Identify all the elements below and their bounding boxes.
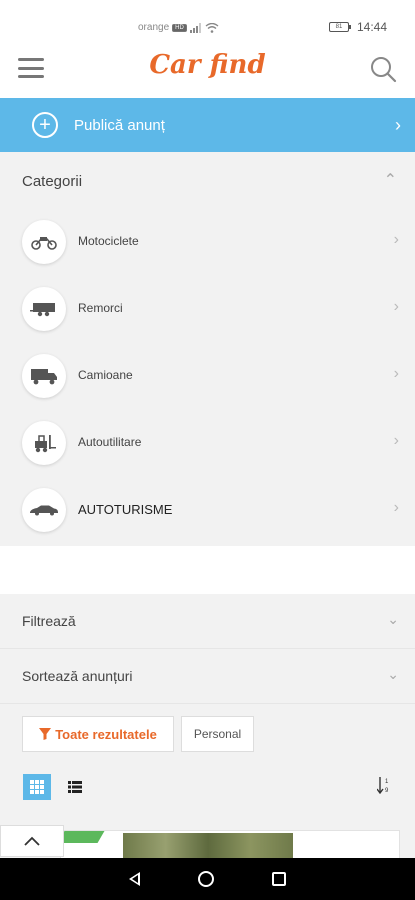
- signal-icon: [189, 22, 201, 33]
- chevron-right-icon: ›: [393, 499, 399, 516]
- section-divider: [0, 546, 415, 594]
- category-item-autoturisme[interactable]: AUTOTURISME ›: [0, 477, 415, 544]
- listing-image: [123, 833, 293, 859]
- chevron-right-icon: ›: [393, 432, 399, 449]
- category-label: AUTOTURISME: [78, 502, 173, 517]
- chevron-up-icon: ⌃: [383, 172, 397, 189]
- scroll-to-top-button[interactable]: [0, 825, 64, 857]
- list-view-button[interactable]: [62, 774, 88, 800]
- filter-icon: [39, 728, 52, 740]
- trailer-icon: [22, 287, 66, 331]
- top-bar: Car find: [0, 42, 415, 98]
- status-carrier: orange HD: [138, 22, 219, 33]
- status-time: 14:44: [356, 20, 387, 34]
- wifi-icon: [205, 22, 219, 33]
- publish-ad-label: Publică anunț: [74, 116, 165, 134]
- recent-apps-icon[interactable]: [272, 872, 286, 886]
- list-icon: [68, 781, 82, 793]
- chevron-right-icon: ›: [393, 298, 399, 315]
- category-item-remorci[interactable]: Remorci ›: [0, 276, 415, 343]
- all-results-label: Toate rezultatele: [55, 726, 157, 742]
- status-bar: orange HD 81 14:44: [0, 0, 415, 42]
- carrier-tag: HD: [172, 23, 187, 32]
- car-icon: [22, 488, 66, 532]
- personal-label: Personal: [193, 727, 242, 741]
- personal-button[interactable]: Personal: [181, 716, 254, 752]
- battery-icon: 81: [328, 22, 351, 32]
- sort-order-icon[interactable]: 19: [376, 776, 391, 797]
- system-nav-bar: [0, 858, 415, 900]
- category-label: Camioane: [78, 368, 133, 382]
- chevron-right-icon: ›: [393, 231, 399, 248]
- truck-icon: [22, 354, 66, 398]
- categories-header[interactable]: Categorii ⌃: [0, 156, 415, 208]
- categories-title: Categorii: [22, 173, 83, 190]
- app-logo[interactable]: Car find: [0, 50, 415, 80]
- category-label: Motociclete: [78, 234, 139, 248]
- category-item-autoutilitare[interactable]: Autoutilitare ›: [0, 410, 415, 477]
- grid-view-button[interactable]: [23, 774, 51, 800]
- filter-label: Filtrează: [22, 613, 76, 629]
- forklift-icon: [22, 421, 66, 465]
- search-icon[interactable]: [369, 55, 397, 83]
- sort-label: Sortează anunțuri: [22, 668, 133, 684]
- grid-icon: [30, 780, 44, 794]
- chevron-down-icon: ⌄: [387, 611, 399, 627]
- all-results-button[interactable]: Toate rezultatele: [22, 716, 174, 752]
- status-right: 81 14:44: [328, 20, 387, 34]
- filter-row[interactable]: Filtrează ⌄: [0, 595, 415, 649]
- chevron-right-icon: ›: [393, 365, 399, 382]
- home-icon[interactable]: [198, 871, 214, 887]
- back-icon[interactable]: [129, 872, 140, 886]
- category-item-motociclete[interactable]: Motociclete ›: [0, 209, 415, 276]
- motorcycle-icon: [22, 220, 66, 264]
- publish-ad-button[interactable]: + Publică anunț ›: [0, 98, 415, 152]
- svg-text:9: 9: [385, 788, 389, 794]
- chevron-up-icon: [24, 836, 40, 846]
- category-item-camioane[interactable]: Camioane ›: [0, 343, 415, 410]
- listing-card[interactable]: [60, 830, 400, 860]
- svg-text:1: 1: [385, 779, 389, 785]
- carrier-name: orange: [138, 22, 170, 33]
- category-label: Remorci: [78, 301, 123, 315]
- listing-badge: [61, 831, 105, 843]
- plus-icon: +: [32, 112, 58, 138]
- category-label: Autoutilitare: [78, 435, 142, 449]
- chevron-right-icon: ›: [395, 115, 401, 135]
- chevron-down-icon: ⌄: [387, 666, 399, 682]
- sort-row[interactable]: Sortează anunțuri ⌄: [0, 650, 415, 704]
